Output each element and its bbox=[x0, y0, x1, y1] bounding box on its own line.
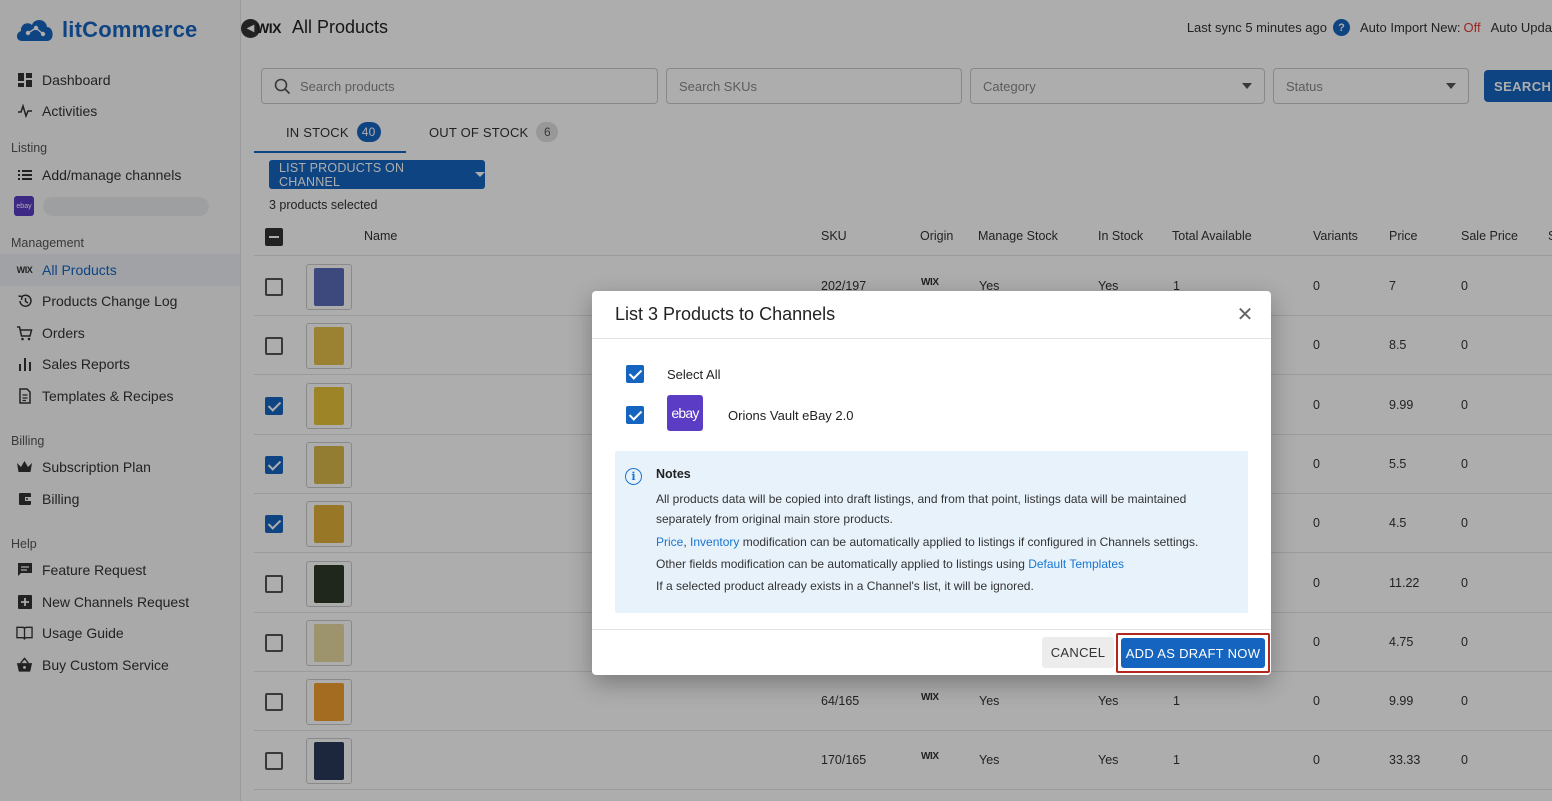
channel-checkbox[interactable] bbox=[626, 406, 644, 424]
note-separator: , bbox=[683, 535, 691, 549]
note-price-inventory-text: modification can be automatically applie… bbox=[739, 535, 1199, 549]
inventory-link[interactable]: Inventory bbox=[690, 535, 739, 549]
dialog-footer-divider bbox=[592, 629, 1271, 630]
info-icon: i bbox=[625, 468, 642, 485]
ebay-logo-icon: ebay bbox=[667, 395, 703, 431]
cancel-button[interactable]: CANCEL bbox=[1042, 637, 1114, 668]
note-price-inventory: Price, Inventory modification can be aut… bbox=[656, 535, 1198, 549]
dialog-title: List 3 Products to Channels bbox=[615, 304, 836, 324]
note-templates: Other fields modification can be automat… bbox=[656, 557, 1124, 571]
channel-name: Orions Vault eBay 2.0 bbox=[728, 408, 854, 423]
price-link[interactable]: Price bbox=[656, 535, 683, 549]
list-products-dialog: List 3 Products to Channels ✕ Select All… bbox=[592, 291, 1271, 675]
notes-title: Notes bbox=[656, 467, 691, 481]
note-templates-text: Other fields modification can be automat… bbox=[656, 557, 1029, 571]
add-as-draft-now-button[interactable]: ADD AS DRAFT NOW bbox=[1121, 638, 1265, 668]
note-copy-line-2: separately from original main store prod… bbox=[656, 512, 893, 526]
close-icon[interactable]: ✕ bbox=[1235, 305, 1255, 325]
notes-panel: i Notes All products data will be copied… bbox=[615, 451, 1248, 613]
highlight-frame: ADD AS DRAFT NOW bbox=[1116, 633, 1270, 673]
select-all-channels-checkbox[interactable] bbox=[626, 365, 644, 383]
default-templates-link[interactable]: Default Templates bbox=[1028, 557, 1124, 571]
dialog-header-divider bbox=[592, 338, 1271, 339]
select-all-label[interactable]: Select All bbox=[667, 367, 720, 382]
note-copy-line-1: All products data will be copied into dr… bbox=[656, 492, 1187, 506]
note-duplicates: If a selected product already exists in … bbox=[656, 579, 1034, 593]
